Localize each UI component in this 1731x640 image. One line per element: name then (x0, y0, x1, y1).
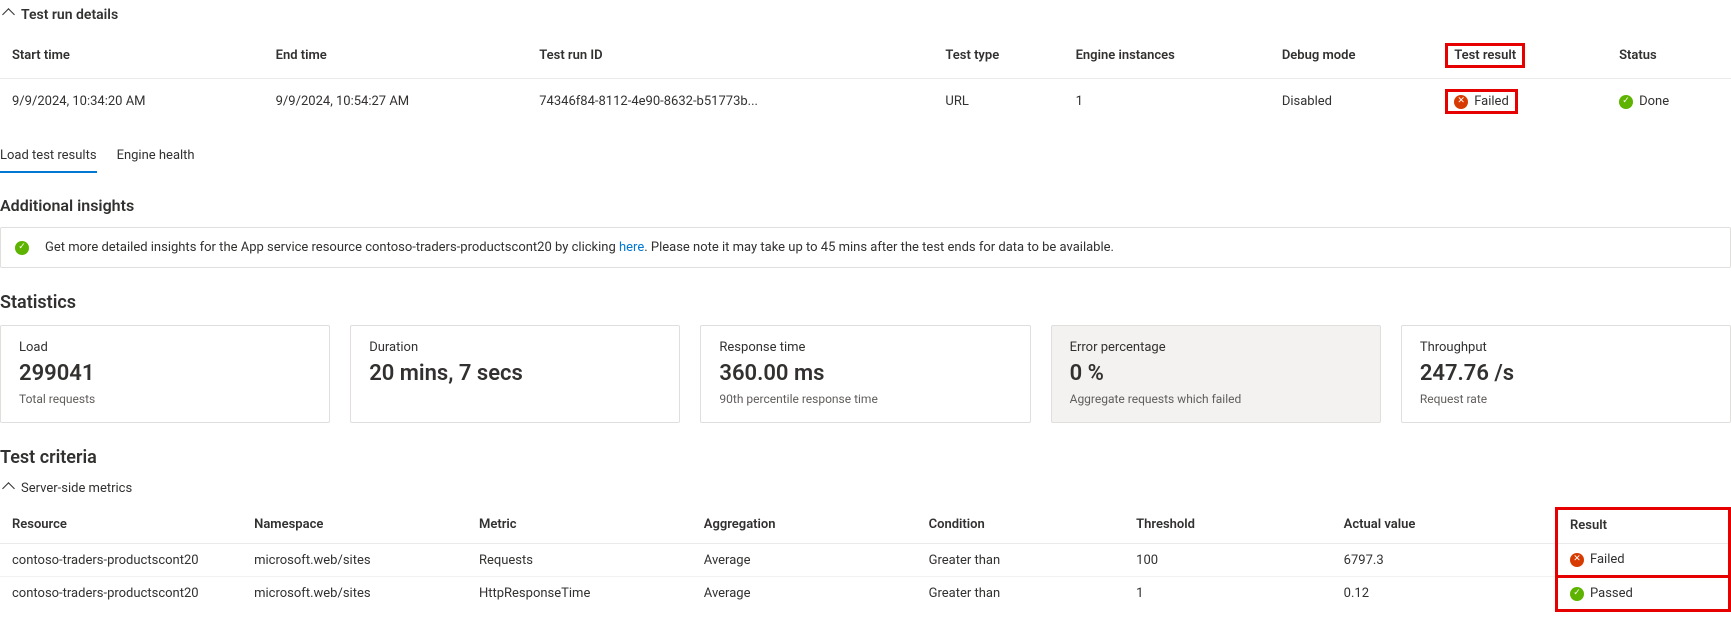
col-threshold: Threshold (1124, 509, 1332, 544)
col-status: Status (1607, 33, 1731, 79)
criteria-table: Resource Namespace Metric Aggregation Co… (0, 507, 1731, 612)
test-run-details-table: Start time End time Test run ID Test typ… (0, 33, 1731, 124)
col-actual: Actual value (1332, 509, 1557, 544)
stat-card-response: Response time 360.00 ms 90th percentile … (700, 325, 1030, 423)
cell-metric: HttpResponseTime (467, 577, 692, 611)
col-debug-mode: Debug mode (1270, 33, 1433, 79)
tab-load-test-results[interactable]: Load test results (0, 142, 97, 173)
col-aggregation: Aggregation (692, 509, 917, 544)
cell-actual: 6797.3 (1332, 544, 1557, 577)
additional-insights-heading: Additional insights (0, 196, 1731, 215)
statistics-heading: Statistics (0, 292, 1731, 313)
col-engine-instances: Engine instances (1064, 33, 1270, 79)
cell-engine-instances: 1 (1064, 79, 1270, 125)
table-row: contoso-traders-productscont20microsoft.… (0, 544, 1730, 577)
cell-threshold: 100 (1124, 544, 1332, 577)
cell-test-result: ✕Failed (1433, 79, 1607, 125)
chevron-up-icon (4, 480, 13, 497)
cell-threshold: 1 (1124, 577, 1332, 611)
stat-card-load: Load 299041 Total requests (0, 325, 330, 423)
success-icon: ✓ (15, 241, 29, 255)
cell-status: ✓Done (1607, 79, 1731, 125)
table-row: 9/9/2024, 10:34:20 AM 9/9/2024, 10:54:27… (0, 79, 1731, 125)
cell-resource: contoso-traders-productscont20 (0, 544, 242, 577)
col-start-time: Start time (0, 33, 264, 79)
cell-start-time: 9/9/2024, 10:34:20 AM (0, 79, 264, 125)
success-icon: ✓ (1570, 587, 1584, 601)
col-test-type: Test type (933, 33, 1063, 79)
stat-card-duration: Duration 20 mins, 7 secs (350, 325, 680, 423)
cell-aggregation: Average (692, 544, 917, 577)
insight-link[interactable]: here (619, 240, 644, 255)
fail-icon: ✕ (1570, 553, 1584, 567)
stat-card-throughput: Throughput 247.76 /s Request rate (1401, 325, 1731, 423)
test-run-details-toggle[interactable]: Test run details (0, 0, 1731, 29)
cell-actual: 0.12 (1332, 577, 1557, 611)
cell-condition: Greater than (917, 544, 1125, 577)
statistics-cards: Load 299041 Total requests Duration 20 m… (0, 325, 1731, 423)
server-side-metrics-label: Server-side metrics (21, 481, 132, 496)
insight-text: Get more detailed insights for the App s… (45, 240, 1114, 255)
col-test-run-id: Test run ID (527, 33, 933, 79)
chevron-up-icon (4, 6, 13, 23)
server-side-metrics-toggle[interactable]: Server-side metrics (0, 480, 1731, 497)
test-result-value-highlight: ✕Failed (1445, 89, 1518, 114)
test-run-details-title: Test run details (21, 7, 118, 23)
success-icon: ✓ (1619, 95, 1633, 109)
fail-icon: ✕ (1454, 95, 1468, 109)
cell-debug-mode: Disabled (1270, 79, 1433, 125)
cell-metric: Requests (467, 544, 692, 577)
cell-result: ✕Failed (1557, 544, 1730, 577)
col-condition: Condition (917, 509, 1125, 544)
col-result: Result (1557, 509, 1730, 544)
col-metric: Metric (467, 509, 692, 544)
result-tabs: Load test results Engine health (0, 142, 1731, 174)
cell-test-run-id: 74346f84-8112-4e90-8632-b51773b... (527, 79, 933, 125)
cell-namespace: microsoft.web/sites (242, 577, 467, 611)
test-result-header-highlight: Test result (1445, 43, 1525, 68)
cell-aggregation: Average (692, 577, 917, 611)
stat-card-error: Error percentage 0 % Aggregate requests … (1051, 325, 1381, 423)
cell-end-time: 9/9/2024, 10:54:27 AM (264, 79, 528, 125)
col-resource: Resource (0, 509, 242, 544)
cell-namespace: microsoft.web/sites (242, 544, 467, 577)
tab-engine-health[interactable]: Engine health (117, 142, 195, 173)
col-namespace: Namespace (242, 509, 467, 544)
table-row: contoso-traders-productscont20microsoft.… (0, 577, 1730, 611)
cell-condition: Greater than (917, 577, 1125, 611)
cell-test-type: URL (933, 79, 1063, 125)
cell-result: ✓Passed (1557, 577, 1730, 611)
test-criteria-heading: Test criteria (0, 447, 1731, 468)
col-end-time: End time (264, 33, 528, 79)
cell-resource: contoso-traders-productscont20 (0, 577, 242, 611)
insight-banner: ✓ Get more detailed insights for the App… (0, 227, 1731, 268)
col-test-result: Test result (1433, 33, 1607, 79)
